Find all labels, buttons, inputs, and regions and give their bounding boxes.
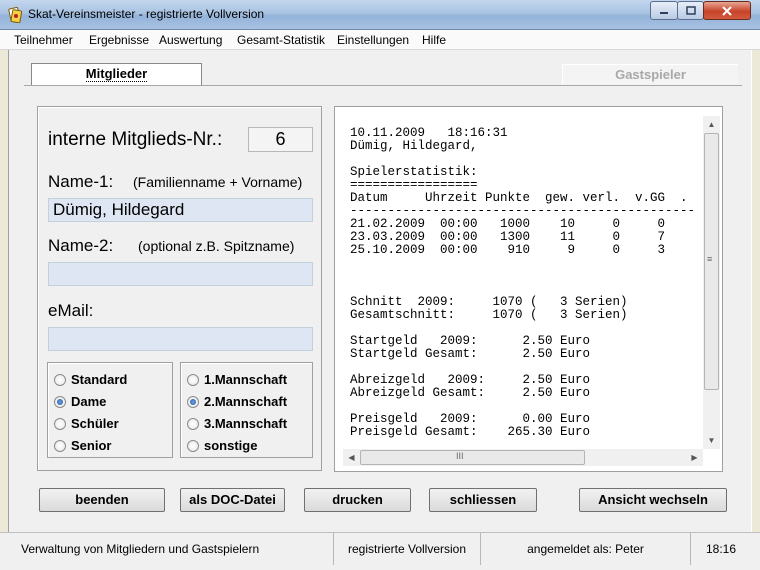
menu-bar: Teilnehmer Ergebnisse Auswertung Gesamt-…	[0, 30, 760, 50]
status-bar: Verwaltung von Mitgliedern und Gastspiel…	[0, 532, 760, 570]
skat-cards-icon	[8, 7, 23, 23]
radio-button[interactable]	[54, 418, 66, 430]
radio-label: sonstige	[204, 438, 258, 453]
grip-icon: ≡	[707, 254, 713, 264]
member-no-field[interactable]: 6	[248, 127, 313, 152]
radio-button[interactable]	[187, 440, 199, 452]
name2-label: Name-2:	[48, 236, 114, 255]
radio-button[interactable]	[187, 418, 199, 430]
name1-hint: (Familienname + Vorname)	[133, 174, 303, 190]
radio-button[interactable]	[54, 396, 66, 408]
radio-1-mannschaft[interactable]: 1.Mannschaft	[187, 372, 287, 388]
radio-label: 1.Mannschaft	[204, 372, 288, 387]
name1-label: Name-1:	[48, 172, 114, 191]
name2-hint: (optional z.B. Spitzname)	[138, 238, 295, 254]
radio-button[interactable]	[187, 396, 199, 408]
menu-hilfe[interactable]: Hilfe	[422, 33, 446, 47]
grip-icon: III	[456, 451, 464, 461]
vertical-scrollbar[interactable]: ▲ ≡ ▼	[703, 116, 720, 449]
menu-ergebnisse[interactable]: Ergebnisse	[89, 33, 149, 47]
name1-input[interactable]: Dümig, Hildegard	[48, 198, 313, 222]
category-radio-group: Standard Dame Schüler Senior	[47, 362, 173, 458]
doc-export-button[interactable]: als DOC-Datei	[180, 488, 285, 512]
radio-senior[interactable]: Senior	[54, 438, 111, 454]
menu-einstellungen[interactable]: Einstellungen	[337, 33, 409, 47]
radio-label: 2.Mannschaft	[204, 394, 288, 409]
tab-panel-border	[24, 85, 742, 86]
radio-button[interactable]	[187, 374, 199, 386]
status-description: Verwaltung von Mitgliedern und Gastspiel…	[0, 533, 334, 565]
close-button[interactable]: schliessen	[429, 488, 537, 512]
scroll-up-icon[interactable]: ▲	[703, 116, 720, 133]
menu-gesamt-statistik[interactable]: Gesamt-Statistik	[237, 33, 325, 47]
maximize-button[interactable]	[677, 1, 704, 20]
maximize-icon	[685, 6, 696, 15]
scroll-left-icon[interactable]: ◀	[343, 449, 360, 466]
radio-label: Schüler	[71, 416, 119, 431]
close-window-button[interactable]	[703, 1, 751, 20]
radio-sonstige[interactable]: sonstige	[187, 438, 257, 454]
tab-mitglieder-label: Mitglieder	[85, 66, 148, 82]
statistics-text: 10.11.2009 18:16:31 Dümig, Hildegard, Sp…	[350, 127, 696, 439]
member-no-label: interne Mitglieds-Nr.:	[48, 129, 223, 150]
radio-3-mannschaft[interactable]: 3.Mannschaft	[187, 416, 287, 432]
scroll-down-icon[interactable]: ▼	[703, 432, 720, 449]
radio-2-mannschaft[interactable]: 2.Mannschaft	[187, 394, 287, 410]
status-user: angemeldet als: Peter	[481, 533, 691, 565]
scroll-right-icon[interactable]: ▶	[686, 449, 703, 466]
radio-schueler[interactable]: Schüler	[54, 416, 119, 432]
quit-button[interactable]: beenden	[39, 488, 165, 512]
radio-label: Dame	[71, 394, 107, 409]
radio-dame[interactable]: Dame	[54, 394, 106, 410]
radio-label: Senior	[71, 438, 112, 453]
name2-input[interactable]	[48, 262, 313, 286]
status-time: 18:16	[705, 542, 737, 556]
radio-button[interactable]	[54, 374, 66, 386]
status-license: registrierte Vollversion	[334, 533, 481, 565]
team-radio-group: 1.Mannschaft 2.Mannschaft 3.Mannschaft s…	[180, 362, 313, 458]
minimize-icon	[660, 12, 668, 14]
close-icon	[722, 6, 732, 16]
window-title: Skat-Vereinsmeister - registrierte Vollv…	[28, 7, 265, 21]
email-label: eMail:	[48, 301, 94, 320]
radio-label: 3.Mannschaft	[204, 416, 288, 431]
print-button[interactable]: drucken	[304, 488, 411, 512]
menu-auswertung[interactable]: Auswertung	[159, 33, 222, 47]
tab-mitglieder[interactable]: Mitglieder	[31, 63, 202, 85]
title-bar: Skat-Vereinsmeister - registrierte Vollv…	[0, 0, 760, 30]
tab-gastspieler[interactable]: Gastspieler	[562, 64, 738, 86]
horizontal-scroll-thumb[interactable]	[360, 450, 585, 465]
radio-button[interactable]	[54, 440, 66, 452]
menu-teilnehmer[interactable]: Teilnehmer	[14, 33, 73, 47]
statistics-textarea[interactable]: 10.11.2009 18:16:31 Dümig, Hildegard, Sp…	[334, 106, 723, 472]
email-input[interactable]	[48, 327, 313, 351]
minimize-button[interactable]	[650, 1, 678, 20]
horizontal-scrollbar[interactable]: ◀ III ▶	[343, 449, 703, 466]
switch-view-button[interactable]: Ansicht wechseln	[579, 488, 727, 512]
radio-standard[interactable]: Standard	[54, 372, 127, 388]
radio-label: Standard	[71, 372, 128, 387]
